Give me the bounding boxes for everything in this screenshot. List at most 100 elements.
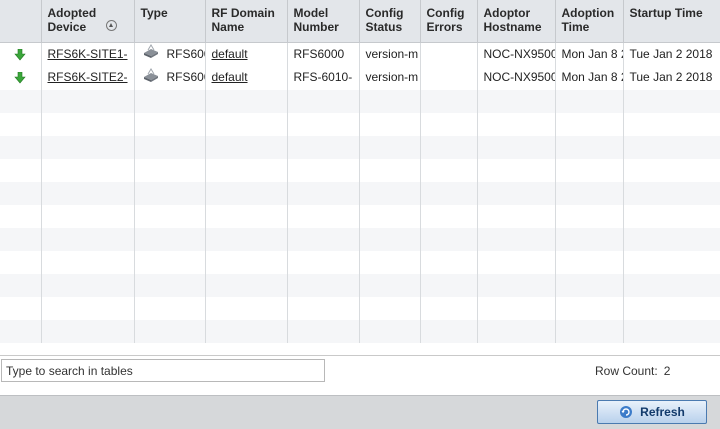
table-row[interactable]: RFS6K-SITE2- RFS600 default RFS-6010- ve… (0, 66, 720, 90)
column-header-label: Startup Time (629, 6, 703, 20)
empty-cell (555, 181, 624, 205)
column-header-label: RF Domain Name (211, 6, 275, 34)
config-status-cell: version-m (359, 42, 421, 67)
model-cell: RFS6000 (287, 42, 360, 67)
column-header-label: Adopted Device (47, 6, 97, 34)
rf-domain-cell[interactable]: default (205, 66, 288, 90)
empty-cell (0, 158, 42, 182)
empty-cell (287, 204, 360, 228)
empty-cell (359, 89, 421, 113)
empty-cell (205, 89, 288, 113)
empty-cell (477, 250, 556, 274)
column-header-config-errors[interactable]: Config Errors (420, 0, 478, 43)
column-header-label: Config Status (365, 6, 404, 34)
empty-cell (134, 319, 206, 343)
empty-cell (287, 319, 360, 343)
footer-bar: Refresh (0, 395, 720, 429)
empty-cell (555, 135, 624, 159)
empty-cell (205, 112, 288, 136)
empty-cell (134, 250, 206, 274)
empty-cell (477, 227, 556, 251)
empty-cell (287, 89, 360, 113)
row-count-label: Row Count: (595, 364, 658, 378)
column-header-adoption-time[interactable]: Adoption Time (555, 0, 624, 43)
column-header-label: Type (140, 6, 168, 20)
adopted-device-link[interactable]: RFS6K-SITE1- (48, 47, 128, 61)
empty-cell (555, 250, 624, 274)
column-header-type[interactable]: Type (134, 0, 206, 43)
column-header-startup-time[interactable]: Startup Time (623, 0, 720, 43)
empty-cell (134, 296, 206, 320)
empty-cell (205, 135, 288, 159)
empty-cell (623, 250, 720, 274)
empty-table-row (0, 273, 720, 297)
adopted-device-cell[interactable]: RFS6K-SITE2- (41, 66, 135, 90)
rf-domain-link[interactable]: default (212, 70, 248, 84)
empty-cell (134, 89, 206, 113)
empty-cell (477, 89, 556, 113)
empty-table-row (0, 319, 720, 343)
empty-cell (0, 181, 42, 205)
rf-domain-link[interactable]: default (212, 47, 248, 61)
empty-cell (420, 181, 478, 205)
empty-cell (287, 273, 360, 297)
empty-cell (420, 89, 478, 113)
column-header-model[interactable]: Model Number (287, 0, 360, 43)
empty-cell (287, 135, 360, 159)
model-cell: RFS-6010- (287, 66, 360, 90)
empty-cell (0, 273, 42, 297)
startup-time-cell: Tue Jan 2 2018 (623, 42, 720, 67)
adoption-time-cell: Mon Jan 8 2018 (555, 42, 624, 67)
refresh-button[interactable]: Refresh (597, 400, 707, 424)
empty-cell (420, 296, 478, 320)
empty-cell (359, 319, 421, 343)
empty-cell (205, 250, 288, 274)
empty-table-row (0, 89, 720, 113)
empty-cell (134, 204, 206, 228)
empty-cell (205, 204, 288, 228)
adopted-arrow-icon (14, 48, 26, 61)
empty-cell (134, 112, 206, 136)
empty-cell (287, 158, 360, 182)
empty-cell (41, 250, 135, 274)
column-header-label: Adoption Time (561, 6, 615, 34)
adopted-device-cell[interactable]: RFS6K-SITE1- (41, 42, 135, 67)
adopted-device-link[interactable]: RFS6K-SITE2- (48, 70, 128, 84)
device-icon (143, 43, 159, 66)
empty-cell (555, 319, 624, 343)
empty-cell (555, 158, 624, 182)
config-errors-cell (420, 42, 478, 67)
column-header-status (0, 0, 42, 43)
column-header-config-status[interactable]: Config Status (359, 0, 421, 43)
sort-icon[interactable] (105, 20, 117, 32)
refresh-label: Refresh (640, 405, 685, 419)
type-cell: RFS600 (134, 42, 206, 67)
table-search-input[interactable] (1, 359, 325, 382)
column-header-rf-domain[interactable]: RF Domain Name (205, 0, 288, 43)
empty-cell (359, 158, 421, 182)
column-header-adoptor-hostname[interactable]: Adoptor Hostname (477, 0, 556, 43)
empty-cell (555, 227, 624, 251)
column-header-label: Adoptor Hostname (483, 6, 542, 34)
empty-cell (555, 89, 624, 113)
empty-cell (287, 296, 360, 320)
empty-cell (623, 204, 720, 228)
empty-cell (134, 227, 206, 251)
column-header-label: Config Errors (426, 6, 465, 34)
device-icon (143, 67, 159, 90)
empty-cell (0, 135, 42, 159)
empty-cell (41, 227, 135, 251)
empty-cell (0, 204, 42, 228)
empty-cell (477, 204, 556, 228)
column-header-adopted-device[interactable]: Adopted Device (41, 0, 135, 43)
type-cell: RFS600 (134, 66, 206, 90)
type-label: RFS600 (166, 47, 205, 61)
empty-cell (287, 250, 360, 274)
empty-cell (41, 89, 135, 113)
table-row[interactable]: RFS6K-SITE1- RFS600 default RFS6000 vers… (0, 42, 720, 67)
empty-cell (41, 319, 135, 343)
rf-domain-cell[interactable]: default (205, 42, 288, 67)
adopted-devices-grid: Adopted Device Type RF Domain Name Model… (0, 0, 720, 356)
empty-cell (359, 135, 421, 159)
empty-cell (420, 204, 478, 228)
